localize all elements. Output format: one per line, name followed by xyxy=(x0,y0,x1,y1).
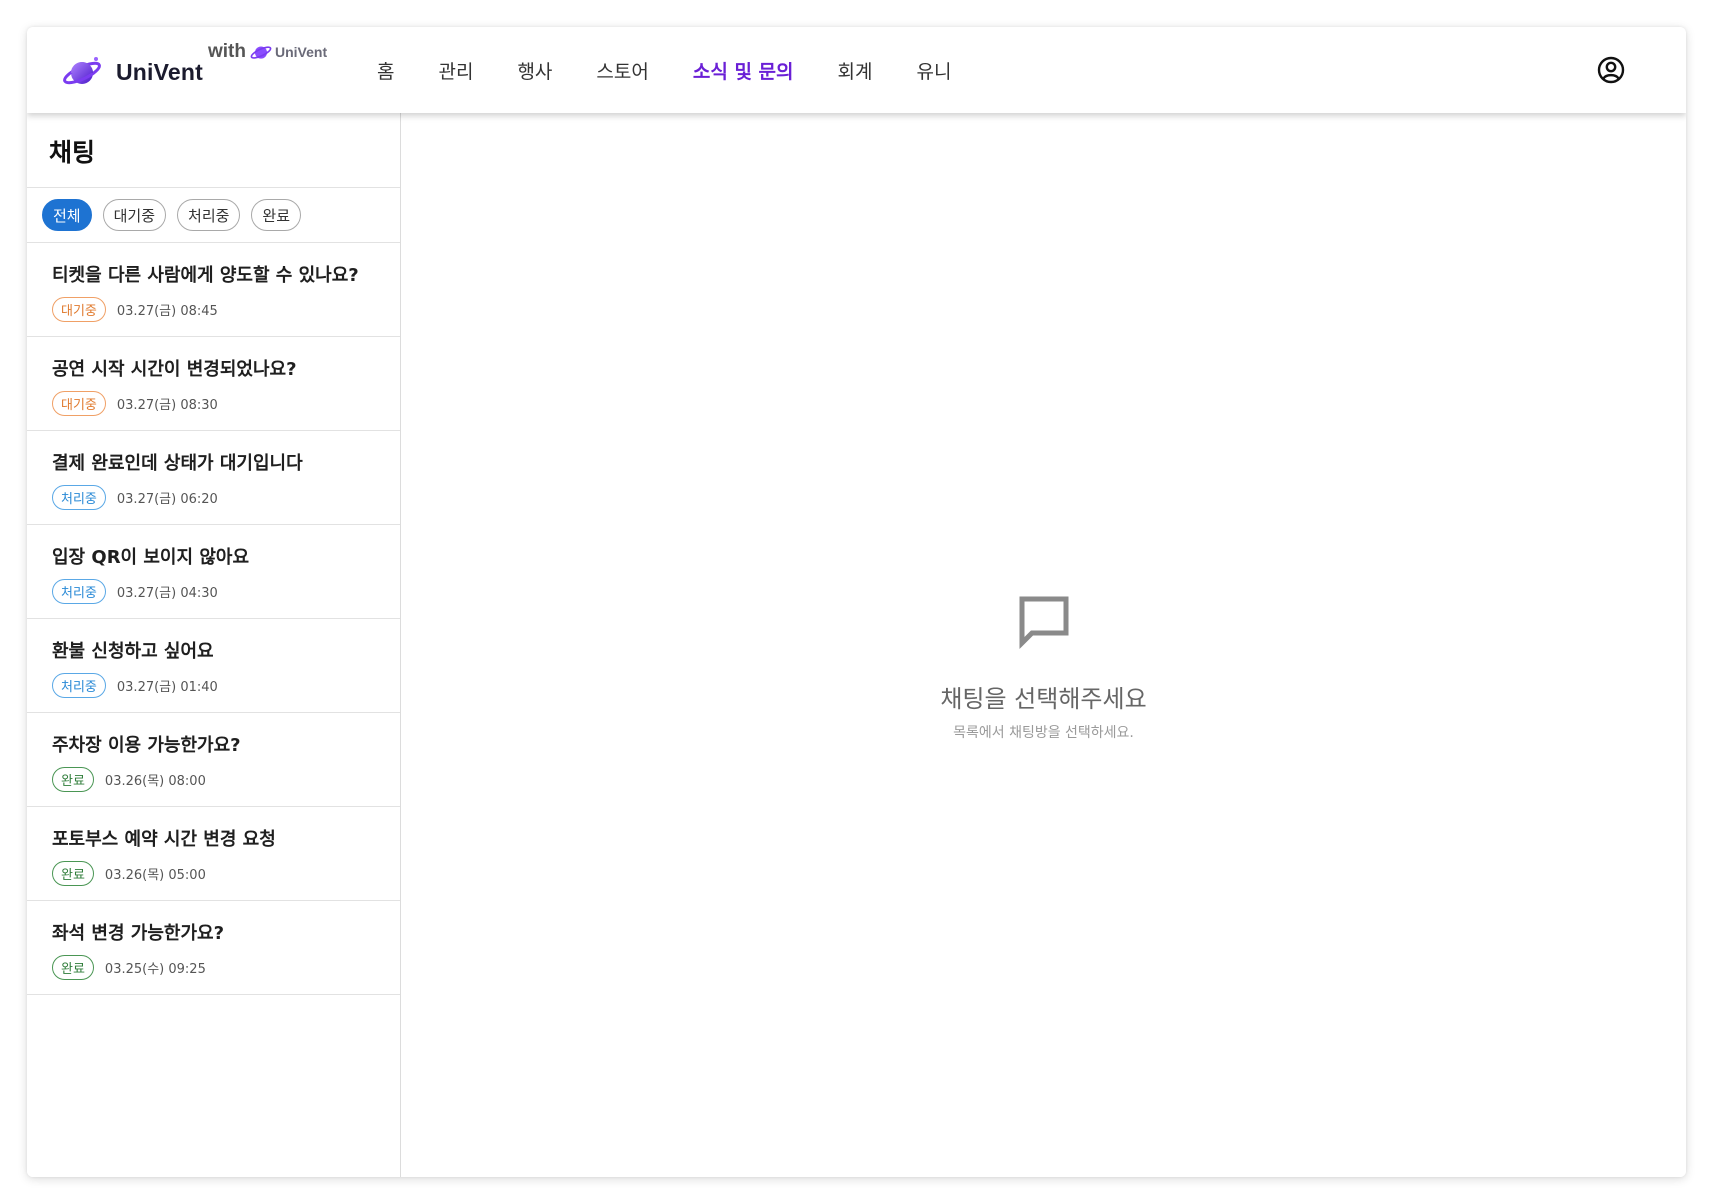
chat-title: 환불 신청하고 싶어요 xyxy=(52,641,214,662)
chat-list-item[interactable]: 포토부스 예약 시간 변경 요청 완료 03.26(목) 05:00 xyxy=(27,807,400,901)
planet-small-icon xyxy=(250,46,272,59)
brand-name: UniVent xyxy=(116,58,204,85)
chat-list-item[interactable]: 좌석 변경 가능한가요? 완료 03.25(수) 09:25 xyxy=(27,901,400,995)
chat-title: 입장 QR이 보이지 않아요 xyxy=(52,547,250,568)
chat-title: 결제 완료인데 상태가 대기입니다 xyxy=(52,453,303,474)
nav-events[interactable]: 행사 xyxy=(495,57,574,84)
status-badge: 완료 xyxy=(52,861,94,886)
filter-all[interactable]: 전체 xyxy=(42,199,92,231)
with-label: with xyxy=(208,41,246,62)
user-circle-icon[interactable] xyxy=(1596,55,1626,85)
status-badge: 대기중 xyxy=(52,297,106,322)
chat-date: 03.26(목) 08:00 xyxy=(104,774,206,789)
chat-title: 좌석 변경 가능한가요? xyxy=(52,923,225,944)
chat-date: 03.27(금) 01:40 xyxy=(116,680,218,695)
status-badge: 처리중 xyxy=(52,673,106,698)
with-univent-tag: with UniVent xyxy=(208,41,327,63)
with-brand-name: UniVent xyxy=(275,44,328,60)
filter-done[interactable]: 완료 xyxy=(251,199,302,231)
status-badge: 완료 xyxy=(52,955,94,980)
nav-news-inquiry[interactable]: 소식 및 문의 xyxy=(671,57,816,84)
chat-title: 포토부스 예약 시간 변경 요청 xyxy=(52,829,276,850)
empty-subtitle: 목록에서 채팅방을 선택하세요. xyxy=(953,725,1134,741)
nav-manage[interactable]: 관리 xyxy=(416,57,495,84)
status-badge: 처리중 xyxy=(52,485,106,510)
nav-uni[interactable]: 유니 xyxy=(894,57,973,84)
empty-state: 채팅을 선택해주세요 목록에서 채팅방을 선택하세요. xyxy=(401,593,1686,742)
chat-list-item[interactable]: 환불 신청하고 싶어요 처리중 03.27(금) 01:40 xyxy=(27,619,400,713)
chat-list-item[interactable]: 티켓을 다른 사람에게 양도할 수 있나요? 대기중 03.27(금) 08:4… xyxy=(27,243,400,337)
chat-title: 공연 시작 시간이 변경되었나요? xyxy=(52,359,297,380)
chat-list-item[interactable]: 공연 시작 시간이 변경되었나요? 대기중 03.27(금) 08:30 xyxy=(27,337,400,431)
chat-date: 03.26(목) 05:00 xyxy=(104,868,206,883)
nav-store[interactable]: 스토어 xyxy=(574,57,670,84)
status-badge: 처리중 xyxy=(52,579,106,604)
planet-logo-icon xyxy=(63,57,101,85)
chat-main-panel: 채팅을 선택해주세요 목록에서 채팅방을 선택하세요. xyxy=(401,113,1686,1177)
chat-date: 03.25(수) 09:25 xyxy=(104,962,206,977)
sidebar-title: 채팅 xyxy=(27,113,400,188)
chat-bubble-icon xyxy=(1019,596,1068,650)
status-badge: 대기중 xyxy=(52,391,106,416)
status-filters: 전체 대기중 처리중 완료 xyxy=(27,188,400,243)
chat-date: 03.27(금) 08:30 xyxy=(116,398,218,413)
empty-title: 채팅을 선택해주세요 xyxy=(940,685,1147,713)
chat-title: 주차장 이용 가능한가요? xyxy=(52,735,241,756)
chat-sidebar: 채팅 전체 대기중 처리중 완료 티켓을 다른 사람에게 양도할 수 있나요? … xyxy=(27,113,401,1177)
main-nav: 홈 관리 행사 스토어 소식 및 문의 회계 유니 xyxy=(377,27,973,113)
top-navbar: UniVent with UniVent 홈 관리 행사 스토어 소식 및 문의… xyxy=(27,27,1686,113)
chat-date: 03.27(금) 04:30 xyxy=(116,586,218,601)
nav-home[interactable]: 홈 xyxy=(377,57,416,84)
chat-date: 03.27(금) 08:45 xyxy=(116,304,218,319)
brand-logo[interactable]: UniVent xyxy=(62,47,203,97)
chat-title: 티켓을 다른 사람에게 양도할 수 있나요? xyxy=(52,265,359,286)
status-badge: 완료 xyxy=(52,767,94,792)
chat-list-item[interactable]: 결제 완료인데 상태가 대기입니다 처리중 03.27(금) 06:20 xyxy=(27,431,400,525)
nav-accounting[interactable]: 회계 xyxy=(816,57,895,84)
app-window: UniVent with UniVent 홈 관리 행사 스토어 소식 및 문의… xyxy=(27,27,1686,1177)
filter-processing[interactable]: 처리중 xyxy=(177,199,241,231)
chat-list-item[interactable]: 주차장 이용 가능한가요? 완료 03.26(목) 08:00 xyxy=(27,713,400,807)
chat-list-item[interactable]: 입장 QR이 보이지 않아요 처리중 03.27(금) 04:30 xyxy=(27,525,400,619)
chat-date: 03.27(금) 06:20 xyxy=(116,492,218,507)
filter-waiting[interactable]: 대기중 xyxy=(102,199,167,231)
